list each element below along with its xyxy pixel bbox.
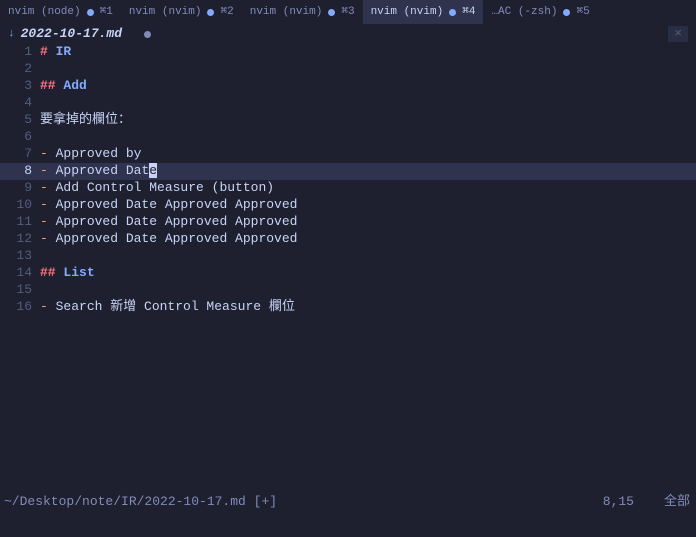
line-content: # IR (40, 44, 696, 61)
line-number: 13 (0, 248, 40, 265)
tab-title: nvim (nvim) (371, 5, 444, 19)
line-content: ## List (40, 265, 696, 282)
line-number: 6 (0, 129, 40, 146)
editor[interactable]: 1# IR23## Add45要拿掉的欄位：67- Approved by8- … (0, 44, 696, 316)
tab-title: nvim (nvim) (250, 5, 323, 19)
tab-indicator-icon (563, 9, 570, 16)
tab-bar: nvim (node)⌘1nvim (nvim)⌘2nvim (nvim)⌘3n… (0, 0, 696, 24)
tab-title: nvim (node) (8, 5, 81, 19)
line-content: 要拿掉的欄位： (40, 112, 696, 129)
tab-indicator-icon (207, 9, 214, 16)
editor-line[interactable]: 1# IR (0, 44, 696, 61)
line-content: - Approved Date Approved Approved (40, 231, 696, 248)
line-number: 16 (0, 299, 40, 316)
tab-4[interactable]: nvim (nvim) ⌘4 (363, 0, 484, 24)
tab-title: …AC (-zsh) (491, 5, 557, 19)
tab-shortcut: ⌘2 (220, 5, 233, 19)
editor-line[interactable]: 2 (0, 61, 696, 78)
line-content: - Search 新增 Control Measure 欄位 (40, 299, 696, 316)
line-number: 5 (0, 112, 40, 129)
line-content: - Add Control Measure (button) (40, 180, 696, 197)
status-scroll: 全部 (664, 494, 692, 511)
tab-2[interactable]: nvim (nvim) ⌘2 (121, 0, 242, 24)
editor-line[interactable]: 5要拿掉的欄位： (0, 112, 696, 129)
editor-line[interactable]: 7- Approved by (0, 146, 696, 163)
editor-line[interactable]: 11- Approved Date Approved Approved (0, 214, 696, 231)
tab-shortcut: ⌘4 (462, 5, 475, 19)
line-content: - Approved Date Approved Approved (40, 214, 696, 231)
line-number: 14 (0, 265, 40, 282)
editor-line[interactable]: 16- Search 新增 Control Measure 欄位 (0, 299, 696, 316)
cursor: e (149, 163, 157, 178)
line-number: 8 (0, 163, 40, 180)
status-position: 8,15 (573, 494, 664, 511)
line-number: 15 (0, 282, 40, 299)
line-number: 2 (0, 61, 40, 78)
editor-line[interactable]: 12- Approved Date Approved Approved (0, 231, 696, 248)
line-number: 3 (0, 78, 40, 95)
line-content: - Approved Date (40, 163, 696, 180)
line-content: - Approved Date Approved Approved (40, 197, 696, 214)
editor-line[interactable]: 4 (0, 95, 696, 112)
tab-indicator-icon (328, 9, 335, 16)
line-number: 1 (0, 44, 40, 61)
arrow-icon: ↓ (8, 27, 15, 41)
editor-line[interactable]: 13 (0, 248, 696, 265)
tab-1[interactable]: nvim (node) ⌘1 (0, 0, 121, 24)
line-number: 12 (0, 231, 40, 248)
modified-indicator-icon (144, 31, 151, 38)
line-number: 7 (0, 146, 40, 163)
editor-line[interactable]: 14## List (0, 265, 696, 282)
editor-line[interactable]: 9- Add Control Measure (button) (0, 180, 696, 197)
line-number: 9 (0, 180, 40, 197)
buffer-filename: 2022-10-17.md (21, 26, 122, 43)
status-path: ~/Desktop/note/IR/2022-10-17.md [+] (4, 494, 573, 511)
tab-title: nvim (nvim) (129, 5, 202, 19)
tab-shortcut: ⌘3 (341, 5, 354, 19)
editor-line[interactable]: 6 (0, 129, 696, 146)
tab-indicator-icon (449, 9, 456, 16)
editor-line[interactable]: 3## Add (0, 78, 696, 95)
line-number: 11 (0, 214, 40, 231)
editor-line[interactable]: 15 (0, 282, 696, 299)
tab-shortcut: ⌘5 (576, 5, 589, 19)
tab-indicator-icon (87, 9, 94, 16)
line-number: 10 (0, 197, 40, 214)
editor-line[interactable]: 8- Approved Date (0, 163, 696, 180)
line-content: ## Add (40, 78, 696, 95)
tab-shortcut: ⌘1 (100, 5, 113, 19)
line-content: - Approved by (40, 146, 696, 163)
status-bar: ~/Desktop/note/IR/2022-10-17.md [+] 8,15… (0, 493, 696, 511)
tab-3[interactable]: nvim (nvim) ⌘3 (242, 0, 363, 24)
tab-5[interactable]: …AC (-zsh) ⌘5 (483, 0, 597, 24)
line-number: 4 (0, 95, 40, 112)
close-buffer-button[interactable]: × (668, 26, 688, 43)
buffer-line: ↓ 2022-10-17.md × (0, 24, 696, 44)
editor-line[interactable]: 10- Approved Date Approved Approved (0, 197, 696, 214)
